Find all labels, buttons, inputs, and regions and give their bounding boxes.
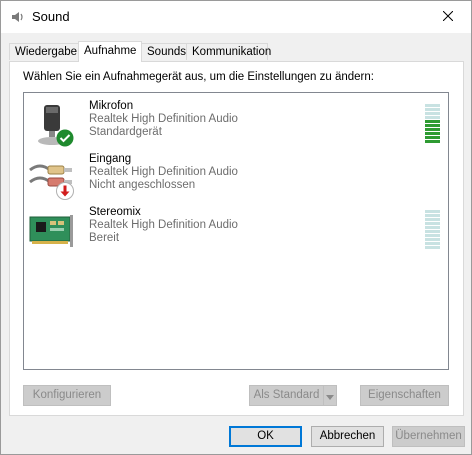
tab-wiedergabe[interactable]: Wiedergabe <box>9 43 79 60</box>
device-driver: Realtek High Definition Audio <box>89 166 238 178</box>
ok-button[interactable]: OK <box>229 426 302 447</box>
tab-aufnahme[interactable]: Aufnahme <box>78 41 142 62</box>
device-item-mikrofon[interactable]: Mikrofon Realtek High Definition Audio S… <box>24 99 448 151</box>
tab-sounds[interactable]: Sounds <box>141 43 187 60</box>
level-meter <box>425 210 440 250</box>
chevron-down-icon <box>326 389 334 403</box>
device-name: Eingang <box>89 153 132 165</box>
device-list[interactable]: Mikrofon Realtek High Definition Audio S… <box>23 92 449 370</box>
speaker-icon <box>11 10 25 24</box>
meter-bar <box>425 234 440 237</box>
meter-bar <box>425 238 440 241</box>
close-icon <box>442 10 454 24</box>
device-driver: Realtek High Definition Audio <box>89 219 238 231</box>
meter-bar <box>425 108 440 111</box>
cancel-button[interactable]: Abbrechen <box>311 426 384 447</box>
device-item-eingang[interactable]: Eingang Realtek High Definition Audio Ni… <box>24 152 448 204</box>
meter-bar <box>425 128 440 131</box>
meter-bar <box>425 210 440 213</box>
device-name: Mikrofon <box>89 100 134 112</box>
meter-bar <box>425 230 440 233</box>
device-name: Stereomix <box>89 206 141 218</box>
meter-bar <box>425 132 440 135</box>
sound-dialog: Sound Wiedergabe Aufnahme Sounds Kommuni… <box>0 0 472 455</box>
meter-bar <box>425 140 440 143</box>
meter-bar <box>425 136 440 139</box>
meter-bar <box>425 104 440 107</box>
meter-bar <box>425 218 440 221</box>
set-default-button[interactable]: Als Standard <box>249 385 324 406</box>
meter-bar <box>425 222 440 225</box>
level-meter <box>425 104 440 144</box>
red-down-arrow-badge-icon <box>56 182 74 203</box>
device-driver: Realtek High Definition Audio <box>89 113 238 125</box>
device-status: Nicht angeschlossen <box>89 179 196 191</box>
window-title: Sound <box>32 9 70 24</box>
meter-bar <box>425 112 440 115</box>
apply-button[interactable]: Übernehmen <box>392 426 465 447</box>
meter-bar <box>425 226 440 229</box>
device-item-stereomix[interactable]: Stereomix Realtek High Definition Audio … <box>24 205 448 257</box>
device-status: Bereit <box>89 232 120 244</box>
close-button[interactable] <box>425 1 471 33</box>
meter-bar <box>425 120 440 123</box>
line-in-cable-icon <box>28 156 76 200</box>
instruction-text: Wählen Sie ein Aufnahmegerät aus, um die… <box>23 71 374 83</box>
meter-bar <box>425 116 440 119</box>
meter-bar <box>425 124 440 127</box>
title-bar: Sound <box>1 1 471 33</box>
sound-card-icon <box>28 209 76 253</box>
microphone-icon <box>28 103 76 147</box>
tab-kommunikation[interactable]: Kommunikation <box>186 43 271 60</box>
device-status: Standardgerät <box>89 126 162 138</box>
meter-bar <box>425 242 440 245</box>
properties-button[interactable]: Eigenschaften <box>360 385 449 406</box>
meter-bar <box>425 214 440 217</box>
set-default-dropdown[interactable] <box>323 385 337 406</box>
configure-button[interactable]: Konfigurieren <box>23 385 111 406</box>
green-check-badge-icon <box>56 129 74 150</box>
meter-bar <box>425 246 440 249</box>
